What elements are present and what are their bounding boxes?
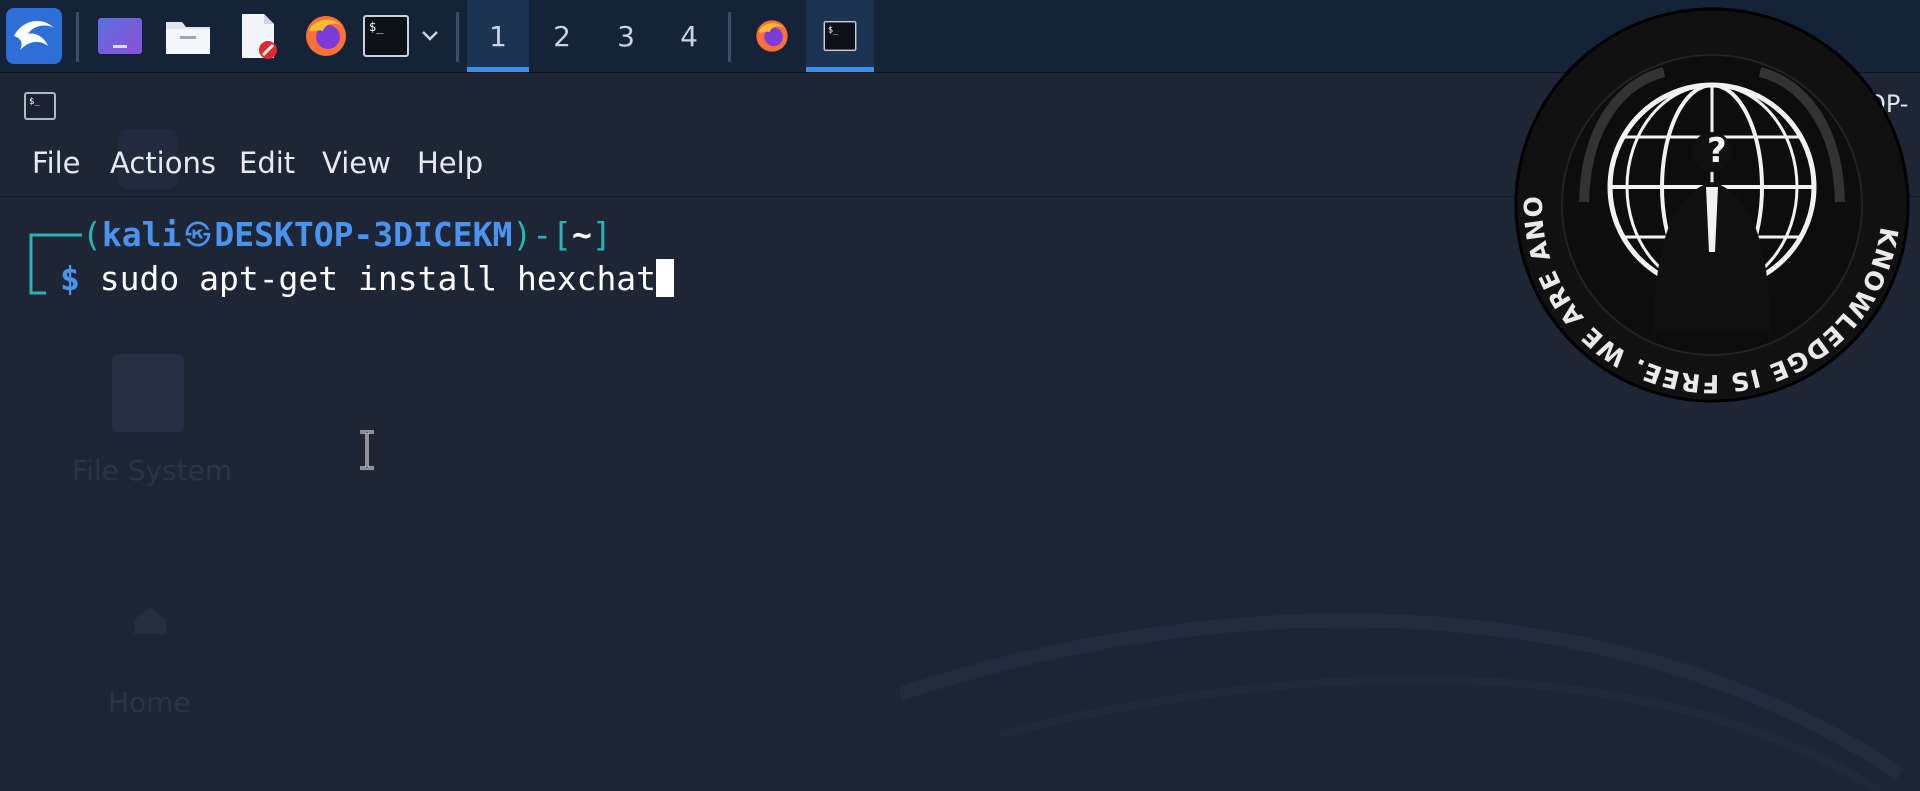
- menu-view[interactable]: View: [322, 146, 391, 180]
- kali-dragon-icon: [6, 8, 62, 64]
- terminal-icon: $_: [823, 21, 857, 51]
- svg-text:?: ?: [1707, 131, 1727, 171]
- show-desktop-icon: [98, 18, 142, 54]
- kali-menu-button[interactable]: [0, 0, 68, 72]
- prompt-open: (: [82, 215, 102, 254]
- text-cursor: [656, 259, 675, 297]
- svg-text:$_: $_: [29, 97, 40, 107]
- anonymous-watermark-logo: ? KNOWLEDGE IS FREE. WE ARE ANONYMOUS. W…: [1514, 2, 1910, 403]
- terminal-icon: $_: [24, 92, 56, 120]
- workspace-label: 4: [680, 19, 698, 53]
- svg-text:$_: $_: [369, 20, 384, 34]
- terminal-icon: $_: [363, 15, 409, 57]
- folder-icon: [166, 22, 210, 54]
- workspace-3[interactable]: 3: [595, 0, 657, 72]
- svg-text:$_: $_: [828, 25, 839, 35]
- prompt-path: ~: [571, 215, 592, 254]
- show-desktop-button[interactable]: [92, 0, 148, 72]
- command-text: sudo apt-get install hexchat: [99, 259, 657, 298]
- workspace-label: 1: [489, 19, 507, 53]
- text-editor-button[interactable]: [230, 0, 286, 72]
- kali-skull-icon: ㉿: [184, 221, 211, 251]
- taskbar-separator: [76, 12, 79, 62]
- menu-help[interactable]: Help: [417, 146, 483, 180]
- prompt-line: (kali ㉿ DESKTOP-3DICEKM)-[~]: [82, 215, 612, 254]
- terminal-launcher-button[interactable]: $_: [360, 0, 412, 72]
- firefox-icon: [306, 16, 346, 56]
- firefox-window-button[interactable]: [742, 0, 802, 72]
- file-manager-button[interactable]: [160, 0, 216, 72]
- taskbar-separator: [728, 12, 731, 62]
- chevron-down-icon: [422, 31, 438, 41]
- menu-actions[interactable]: Actions: [110, 146, 216, 180]
- ibeam-cursor-icon: [360, 430, 374, 470]
- workspace-2[interactable]: 2: [531, 0, 593, 72]
- taskbar-separator: [456, 12, 459, 62]
- menu-file[interactable]: File: [32, 146, 81, 180]
- firefox-button[interactable]: [298, 0, 354, 72]
- prompt-symbol: $: [60, 259, 80, 298]
- terminal-dropdown-button[interactable]: [414, 0, 446, 72]
- prompt-host: DESKTOP-3DICEKM: [214, 215, 513, 254]
- firefox-icon: [756, 20, 788, 52]
- workspace-label: 2: [553, 19, 571, 53]
- prompt-user: kali: [101, 215, 182, 254]
- prompt-bracket: ]: [591, 215, 612, 254]
- prompt-close: )-[: [512, 215, 572, 254]
- text-editor-icon: [242, 14, 277, 59]
- workspace-label: 3: [617, 19, 635, 53]
- menu-edit[interactable]: Edit: [239, 146, 295, 180]
- command-line: $ sudo apt-get install hexchat: [60, 259, 675, 298]
- workspace-1[interactable]: 1: [467, 0, 529, 72]
- workspace-4[interactable]: 4: [658, 0, 720, 72]
- terminal-window-button[interactable]: $_: [806, 0, 874, 72]
